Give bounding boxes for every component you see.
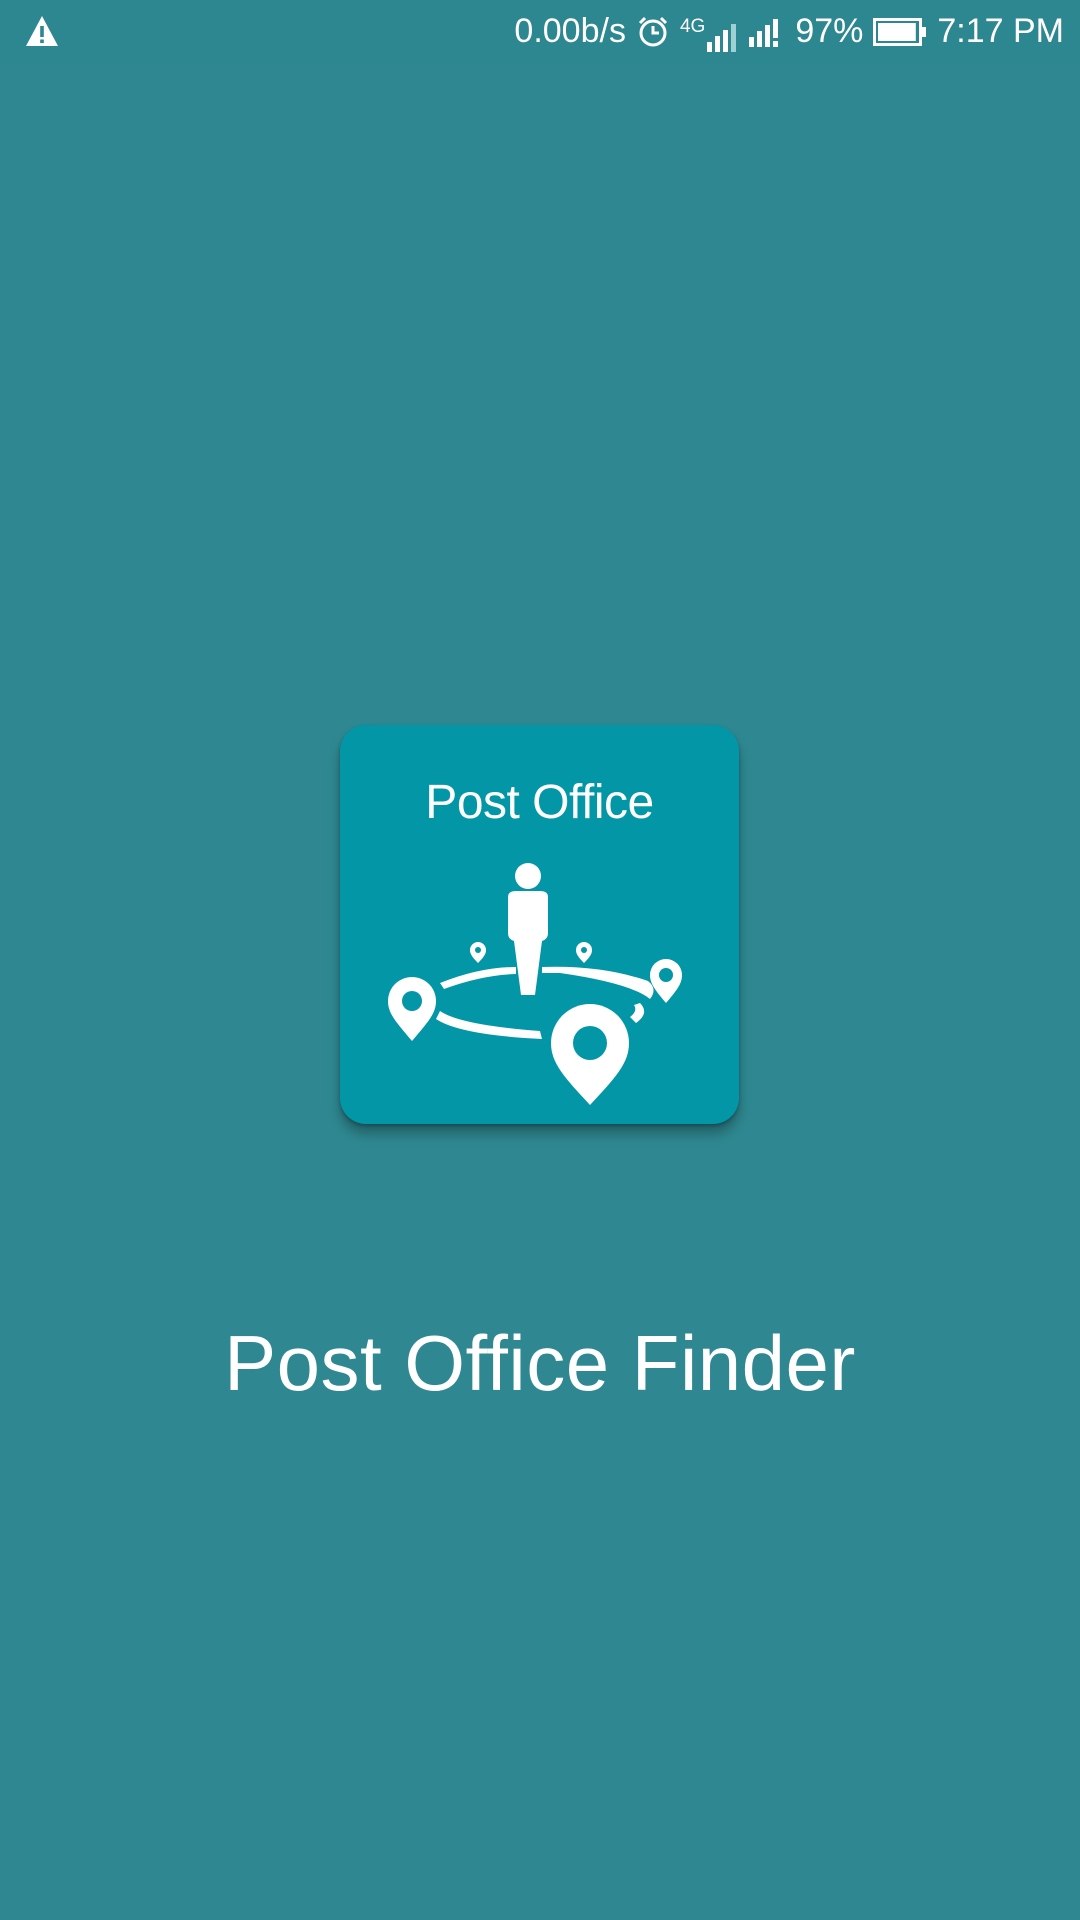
warning-icon	[26, 16, 58, 46]
status-bar-right: 0.00b/s 4G 97% 7:17 PM	[514, 0, 1064, 63]
alarm-icon	[638, 16, 668, 46]
signal-icon	[749, 18, 779, 47]
app-logo: Post Office	[340, 725, 739, 1124]
network-type-label: 4G	[679, 15, 706, 37]
network-speed: 0.00b/s	[514, 12, 626, 50]
signal-4g-group: 4G	[680, 12, 739, 52]
battery-icon	[873, 17, 927, 46]
battery-percent: 97%	[795, 12, 864, 50]
status-bar: 0.00b/s 4G 97% 7:17 PM	[0, 0, 1080, 63]
signal-4g-icon	[707, 23, 737, 52]
clock-time: 7:17 PM	[937, 12, 1064, 50]
app-name-title: Post Office Finder	[224, 1319, 856, 1407]
person-location-pins-icon	[388, 863, 682, 1105]
app-logo-caption: Post Office	[425, 776, 654, 829]
